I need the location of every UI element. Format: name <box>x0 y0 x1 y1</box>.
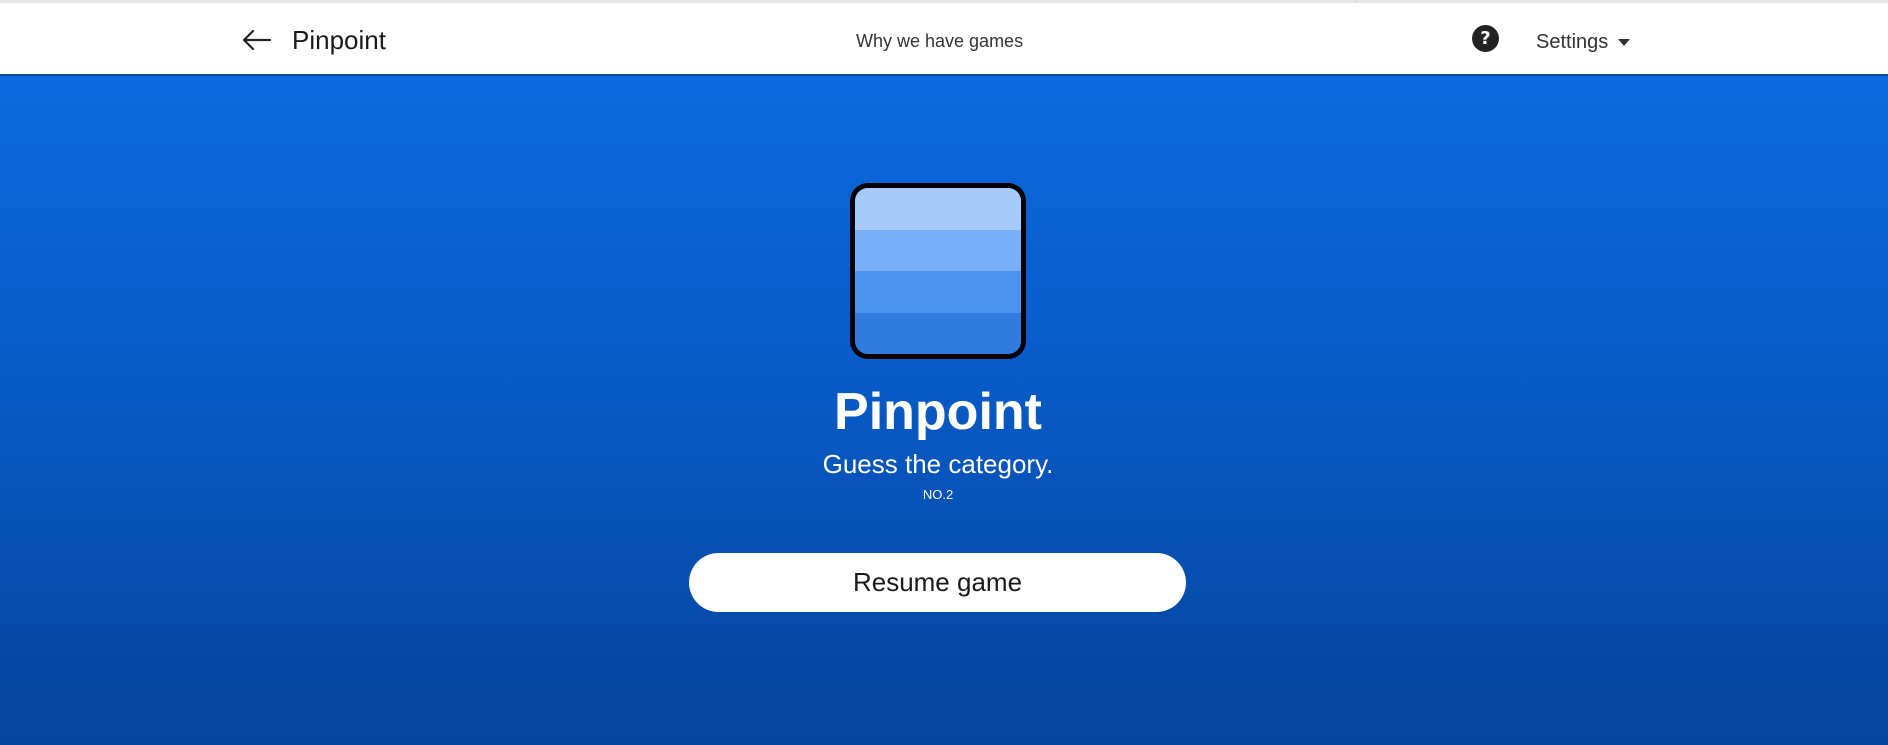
icon-band-1 <box>855 188 1021 230</box>
help-button[interactable]: ? <box>1472 25 1499 52</box>
icon-band-2 <box>855 229 1021 271</box>
top-bar: Pinpoint Why we have games ? Settings <box>0 3 1888 74</box>
icon-band-4 <box>855 312 1021 354</box>
back-button[interactable] <box>240 23 274 57</box>
settings-dropdown[interactable]: Settings <box>1536 29 1631 55</box>
settings-label: Settings <box>1536 31 1609 53</box>
question-circle-icon: ? <box>1480 28 1491 49</box>
app-title: Pinpoint <box>292 25 386 55</box>
game-subtitle: Guess the category. <box>822 449 1054 479</box>
icon-band-3 <box>855 271 1021 313</box>
caret-down-icon <box>1618 38 1631 46</box>
arrow-left-icon <box>242 29 272 51</box>
why-we-have-games-link[interactable]: Why we have games <box>856 28 1023 54</box>
game-landing-page: Pinpoint Why we have games ? Settings Pi… <box>0 0 1888 745</box>
pinpoint-stack-icon <box>850 183 1026 359</box>
resume-game-button[interactable]: Resume game <box>689 553 1186 612</box>
game-number: NO.2 <box>922 487 954 502</box>
game-title: Pinpoint <box>834 383 1042 441</box>
